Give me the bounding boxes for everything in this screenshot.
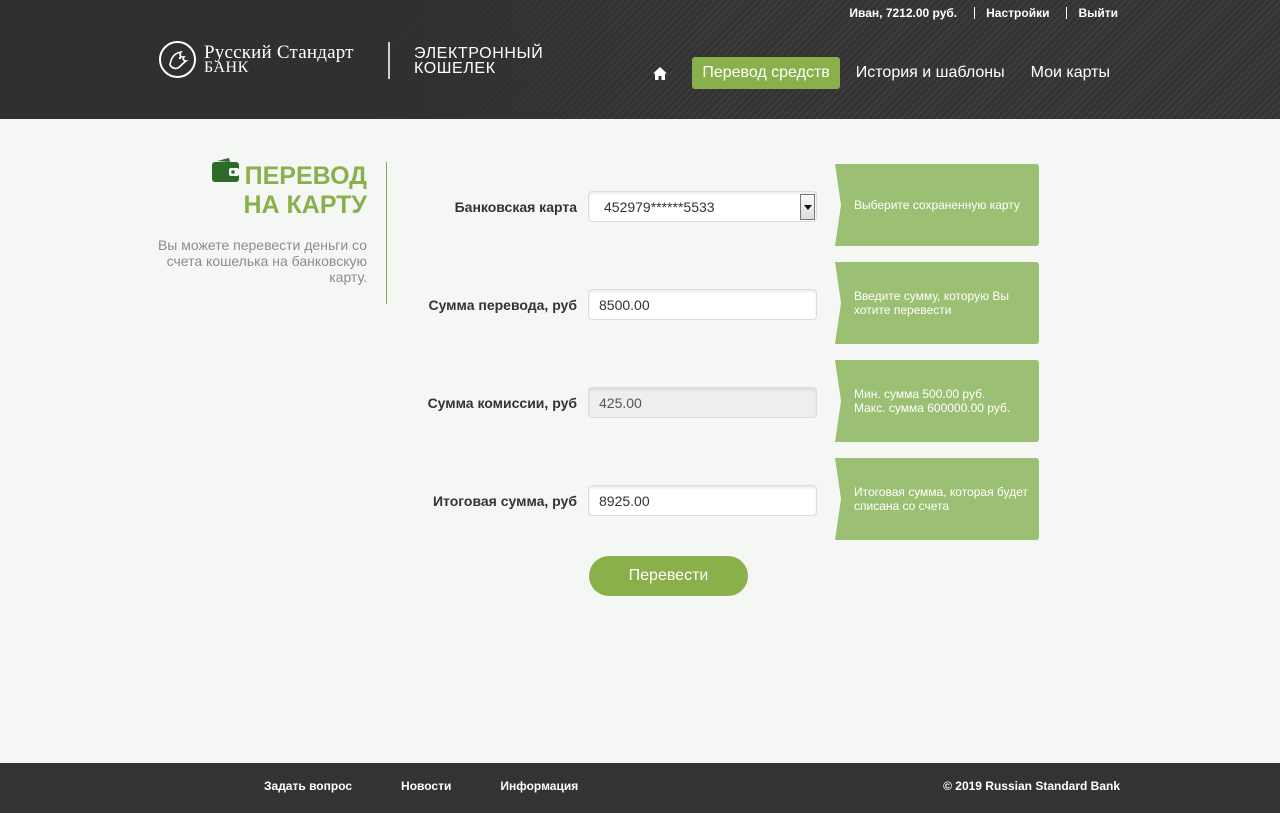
wallet-icon — [211, 158, 239, 189]
logo-divider — [388, 42, 390, 79]
logo-text-line1: Русский Стандарт — [204, 41, 354, 63]
main-nav: Перевод средств История и шаблоны Мои ка… — [652, 57, 1120, 89]
wallet-title: ЭЛЕКТРОННЫЙ КОШЕЛЕК — [414, 45, 544, 77]
card-select-value: 452979******5533 — [604, 199, 715, 215]
commission-hint-min: Мин. сумма 500.00 руб. — [854, 387, 986, 401]
commission-hint: Мин. сумма 500.00 руб. Макс. сумма 60000… — [835, 360, 1039, 442]
chevron-down-icon[interactable] — [800, 194, 815, 220]
footer-news-link[interactable]: Новости — [401, 779, 451, 793]
settings-link[interactable]: Настройки — [986, 6, 1049, 20]
total-label: Итоговая сумма, руб — [432, 493, 577, 509]
sidebar-divider — [386, 162, 387, 304]
footer: Задать вопрос Новости Информация © 2019 … — [0, 763, 1280, 813]
amount-hint: Введите сумму, которую Вы хотите перевес… — [835, 262, 1039, 344]
footer-info-link[interactable]: Информация — [500, 779, 578, 793]
sidebar: ПЕРЕВОД НА КАРТУ Вы можете перевести ден… — [150, 158, 367, 285]
footer-ask-link[interactable]: Задать вопрос — [264, 779, 352, 793]
nav-transfer[interactable]: Перевод средств — [692, 57, 840, 89]
commission-field: 425.00 — [588, 387, 817, 418]
home-icon[interactable] — [652, 64, 670, 82]
divider — [974, 7, 976, 19]
copyright: © 2019 Russian Standard Bank — [943, 779, 1120, 793]
page-title-line2: НА КАРТУ — [243, 191, 367, 219]
card-select[interactable]: 452979******5533 — [588, 191, 817, 222]
card-hint: Выберите сохраненную карту — [835, 164, 1039, 246]
lion-logo-icon — [159, 41, 196, 78]
user-balance: Иван, 7212.00 руб. — [849, 6, 958, 20]
total-input[interactable]: 8925.00 — [588, 485, 817, 516]
logout-link[interactable]: Выйти — [1078, 6, 1118, 20]
page-title: ПЕРЕВОД НА КАРТУ — [150, 158, 367, 220]
commission-label: Сумма комиссии, руб — [427, 395, 577, 411]
total-hint: Итоговая сумма, которая будет списана со… — [835, 458, 1039, 540]
amount-label: Сумма перевода, руб — [428, 297, 577, 313]
commission-hint-max: Макс. сумма 600000.00 руб. — [854, 401, 1011, 415]
wallet-title-line2: КОШЕЛЕК — [414, 60, 496, 77]
bank-logo[interactable]: Русский Стандарт БАНК — [159, 41, 354, 78]
wallet-title-line1: ЭЛЕКТРОННЫЙ — [414, 45, 544, 62]
page-title-line1: ПЕРЕВОД — [244, 162, 367, 190]
transfer-button[interactable]: Перевести — [589, 556, 748, 596]
header: Иван, 7212.00 руб. Настройки Выйти Русск… — [0, 0, 1280, 119]
nav-history[interactable]: История и шаблоны — [846, 57, 1015, 89]
card-label: Банковская карта — [454, 199, 577, 215]
top-bar: Иван, 7212.00 руб. Настройки Выйти — [849, 6, 1118, 20]
nav-cards[interactable]: Мои карты — [1021, 57, 1120, 89]
page-description: Вы можете перевести деньги со счета коше… — [157, 237, 367, 285]
divider — [1066, 7, 1068, 19]
amount-input[interactable]: 8500.00 — [588, 289, 817, 320]
